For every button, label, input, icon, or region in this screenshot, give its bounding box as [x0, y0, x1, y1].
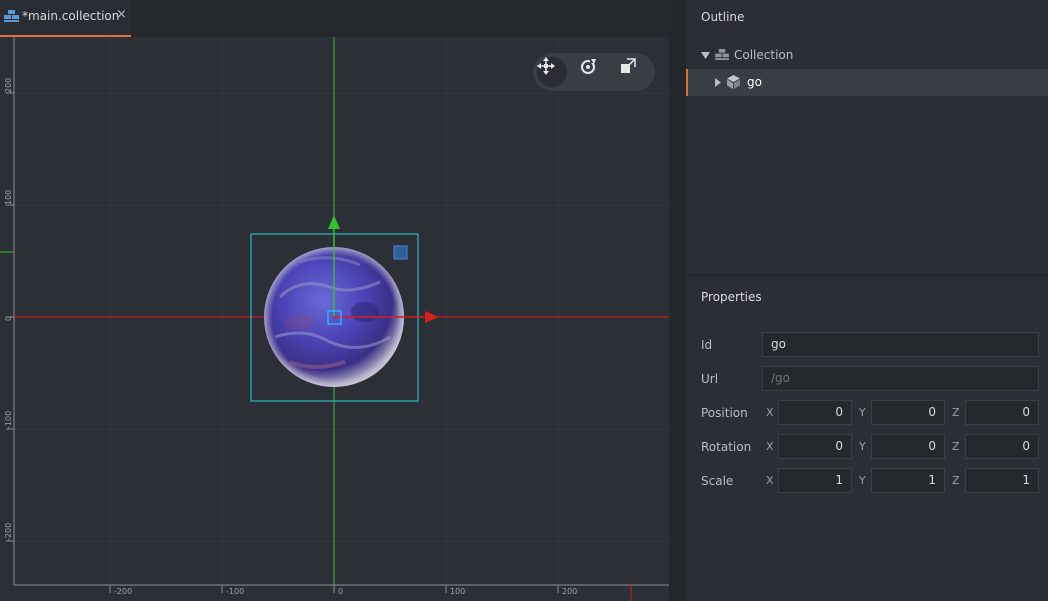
- rotate-tool-button[interactable]: [579, 57, 609, 87]
- move-tool-icon: [537, 57, 555, 75]
- panel-splitter[interactable]: [669, 0, 686, 601]
- rotation-y-label: Y: [859, 440, 866, 453]
- x-move-arrow: [425, 311, 439, 323]
- rotation-label: Rotation: [701, 440, 752, 454]
- move-tool-button[interactable]: [537, 57, 567, 87]
- scale-z-field[interactable]: 1: [965, 468, 1039, 493]
- rotation-x-label: X: [766, 440, 774, 453]
- expanded-arrow-icon[interactable]: [701, 52, 710, 59]
- scene-viewport[interactable]: 200 100 0 -100 -200 -200 -100 0 100 200: [0, 37, 669, 601]
- id-label: Id: [701, 338, 713, 352]
- scale-tool-icon: [621, 58, 636, 73]
- game-object-icon: [727, 75, 740, 89]
- outline-title: Outline: [701, 10, 745, 24]
- panel-divider[interactable]: [686, 274, 1048, 277]
- scene-editor: *main.collection × 200 100 0 -100 -200 -…: [0, 0, 669, 601]
- ruler-x-tick: 100: [450, 587, 466, 596]
- ruler-y-tick: 100: [4, 189, 13, 205]
- side-panel: Outline Collection go Properties Id go U…: [686, 0, 1048, 601]
- outline-item-label: go: [747, 75, 762, 89]
- scene-canvas[interactable]: [0, 37, 669, 601]
- rotation-z-label: Z: [952, 440, 960, 453]
- id-field[interactable]: go: [762, 332, 1039, 357]
- ruler-y-tick: 0: [4, 315, 13, 321]
- rotation-x-field[interactable]: 0: [778, 434, 852, 459]
- position-z-label: Z: [952, 406, 960, 419]
- ruler-y-tick: 200: [4, 77, 13, 93]
- outline-item-go[interactable]: go: [686, 69, 1048, 96]
- ruler-y-tick: -200: [4, 522, 13, 541]
- collapsed-arrow-icon[interactable]: [715, 78, 721, 87]
- url-field[interactable]: /go: [762, 366, 1039, 391]
- manipulator-toolbar: [533, 53, 655, 91]
- scale-x-field[interactable]: 1: [778, 468, 852, 493]
- ruler-x-tick: 0: [338, 587, 344, 596]
- scale-y-field[interactable]: 1: [871, 468, 945, 493]
- ruler-x-tick: -100: [226, 587, 245, 596]
- rotation-z-field[interactable]: 0: [965, 434, 1039, 459]
- position-z-field[interactable]: 0: [965, 400, 1039, 425]
- ruler-x-tick: -200: [114, 587, 133, 596]
- rotate-tool-icon: [581, 57, 597, 74]
- scale-z-label: Z: [952, 474, 960, 487]
- position-y-field[interactable]: 0: [871, 400, 945, 425]
- position-x-field[interactable]: 0: [778, 400, 852, 425]
- collection-icon: [715, 49, 729, 60]
- y-move-arrow: [328, 215, 340, 229]
- tab-main-collection[interactable]: *main.collection ×: [0, 0, 131, 37]
- outline-item-label: Collection: [734, 48, 794, 62]
- collection-icon: [4, 10, 19, 22]
- scale-label: Scale: [701, 474, 734, 488]
- editor-window: *main.collection × 200 100 0 -100 -200 -…: [0, 0, 1048, 601]
- position-label: Position: [701, 406, 748, 420]
- ruler-y-tick: -100: [4, 410, 13, 429]
- position-y-label: Y: [859, 406, 866, 419]
- scale-tool-button[interactable]: [619, 57, 649, 87]
- tab-title: *main.collection: [22, 9, 120, 23]
- tab-bar: *main.collection ×: [0, 0, 669, 37]
- scale-y-label: Y: [859, 474, 866, 487]
- rotation-y-field[interactable]: 0: [871, 434, 945, 459]
- close-tab-button[interactable]: ×: [116, 7, 127, 22]
- outline-item-collection[interactable]: Collection: [686, 44, 1048, 66]
- scale-x-label: X: [766, 474, 774, 487]
- position-x-label: X: [766, 406, 774, 419]
- properties-title: Properties: [701, 290, 762, 304]
- ruler-x-tick: 200: [562, 587, 578, 596]
- url-label: Url: [701, 372, 719, 386]
- manipulator-plane-handle: [393, 245, 408, 260]
